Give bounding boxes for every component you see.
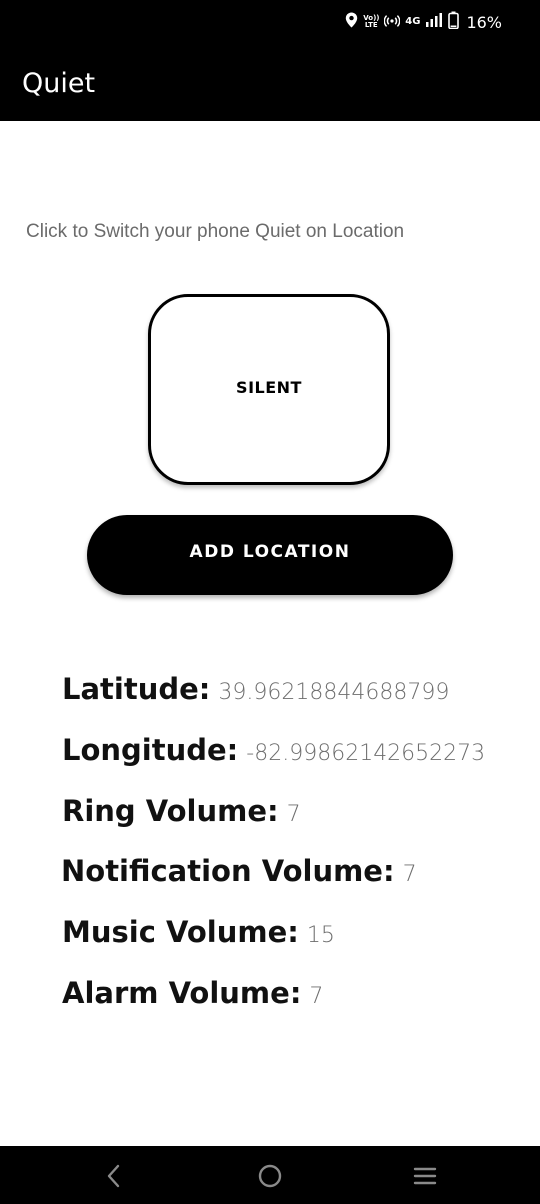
app-bar: Quiet (0, 44, 540, 121)
add-location-button-label: ADD LOCATION (189, 542, 351, 562)
battery-percent: 16% (466, 12, 502, 32)
hotspot-icon (383, 12, 401, 32)
status-bar: Vo)) LTE 4G 16% (0, 0, 540, 44)
app-title: Quiet (22, 68, 96, 99)
silent-button[interactable]: SILENT (148, 294, 390, 485)
status-icons: Vo)) LTE 4G 16% (345, 11, 502, 33)
music-volume-row: Music Volume: 15 (62, 915, 335, 949)
navigation-bar (0, 1146, 540, 1204)
alarm-volume-value: 7 (309, 984, 324, 1009)
longitude-label: Longitude: (62, 733, 239, 767)
ring-volume-label: Ring Volume: (62, 794, 279, 828)
location-icon (345, 12, 358, 32)
alarm-volume-row: Alarm Volume: 7 (62, 976, 323, 1010)
ring-volume-row: Ring Volume: 7 (62, 794, 301, 828)
volte-icon: Vo)) LTE (363, 14, 380, 29)
latitude-value: 39.96218844688799 (218, 680, 450, 705)
notification-volume-label: Notification Volume: (61, 854, 395, 888)
longitude-row: Longitude: -82.99862142652273 (62, 733, 485, 767)
signal-icon (425, 12, 443, 32)
longitude-value: -82.99862142652273 (246, 741, 486, 766)
latitude-label: Latitude: (62, 672, 211, 706)
music-volume-label: Music Volume: (62, 915, 299, 949)
add-location-button[interactable]: ADD LOCATION (87, 515, 453, 595)
latitude-row: Latitude: 39.96218844688799 (62, 672, 449, 706)
alarm-volume-label: Alarm Volume: (62, 976, 302, 1010)
ring-volume-value: 7 (286, 802, 301, 827)
music-volume-value: 15 (306, 923, 335, 948)
silent-button-label: SILENT (236, 378, 302, 397)
instruction-text: Click to Switch your phone Quiet on Loca… (26, 221, 405, 242)
notification-volume-value: 7 (402, 862, 417, 887)
network-type: 4G (405, 16, 421, 27)
back-icon[interactable] (98, 1160, 130, 1192)
recents-icon[interactable] (409, 1160, 441, 1192)
home-icon[interactable] (254, 1160, 286, 1192)
battery-icon (448, 11, 460, 33)
notification-volume-row: Notification Volume: 7 (61, 854, 417, 888)
